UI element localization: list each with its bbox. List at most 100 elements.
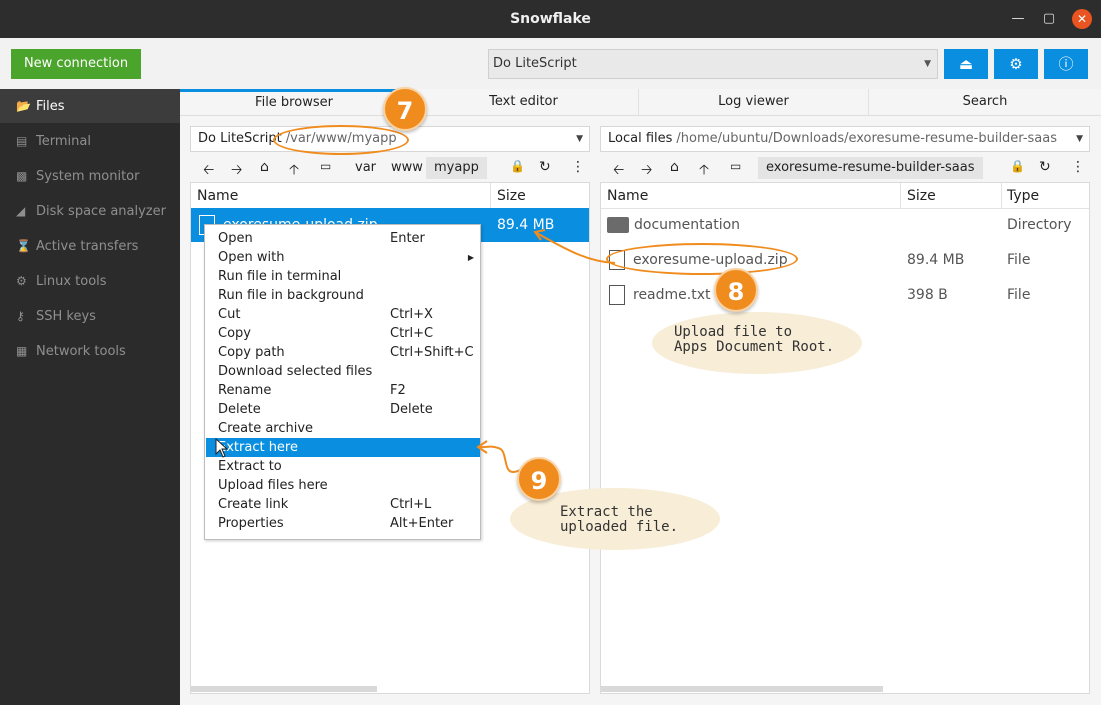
file-type: File — [1007, 287, 1031, 303]
sidebar-item-linux-tools[interactable]: ⚙ Linux tools — [0, 264, 180, 298]
breadcrumb-myapp[interactable]: myapp — [426, 157, 487, 179]
context-menu: Open Enter Open with ▶ Run file in termina… — [204, 224, 481, 540]
back-icon[interactable]: 🡠 — [613, 159, 624, 183]
column-size[interactable]: Size — [907, 183, 936, 209]
column-divider[interactable] — [900, 183, 901, 209]
info-icon[interactable]: ⓘ — [1044, 49, 1088, 79]
sidebar-item-disk-space-analyzer[interactable]: ◢ Disk space analyzer — [0, 194, 180, 228]
maximize-icon[interactable]: ▢ — [1039, 9, 1059, 29]
settings-icon[interactable]: ⚙ — [994, 49, 1038, 79]
forward-icon[interactable]: 🡢 — [641, 159, 652, 183]
drive-icon[interactable]: ▭ — [730, 159, 741, 173]
menu-item-cut[interactable]: Cut Ctrl+X — [206, 305, 480, 324]
tab-file-browser[interactable]: File browser — [180, 89, 409, 116]
sidebar-item-ssh-keys[interactable]: ⚷ SSH keys — [0, 299, 180, 333]
file-name: readme.txt — [633, 287, 711, 303]
lock-icon[interactable]: 🔒 — [1010, 159, 1025, 173]
tab-log-viewer[interactable]: Log viewer — [639, 89, 869, 116]
horizontal-scrollbar[interactable] — [191, 686, 377, 692]
minimize-icon[interactable]: — — [1008, 9, 1028, 29]
chevron-down-icon[interactable]: ▼ — [576, 127, 583, 151]
menu-item-copy[interactable]: Copy Ctrl+C — [206, 324, 480, 343]
key-icon: ⚷ — [16, 309, 25, 323]
lock-icon[interactable]: 🔒 — [510, 159, 525, 173]
close-icon[interactable]: ✕ — [1072, 9, 1092, 29]
title-bar: Snowflake — ▢ ✕ — [0, 0, 1101, 38]
home-icon[interactable]: ⌂ — [670, 159, 679, 175]
menu-item-delete[interactable]: Delete Delete — [206, 400, 480, 419]
file-size: 89.4 MB — [907, 252, 965, 268]
more-icon[interactable]: ⋮ — [571, 159, 585, 175]
refresh-icon[interactable]: ↻ — [1039, 159, 1051, 175]
menu-item-upload-files-here[interactable]: Upload files here — [206, 476, 480, 495]
refresh-icon[interactable]: ↻ — [539, 159, 551, 175]
eject-icon[interactable]: ⏏ — [944, 49, 988, 79]
toolbar: New connection Do LiteScript ▼ ⏏ ⚙ ⓘ — [0, 38, 1101, 90]
step-badge-9: 9 — [517, 457, 561, 501]
more-icon[interactable]: ⋮ — [1071, 159, 1085, 175]
sidebar-item-system-monitor[interactable]: ▩ System monitor — [0, 159, 180, 193]
forward-icon[interactable]: 🡢 — [231, 159, 242, 183]
menu-item-copy-path[interactable]: Copy path Ctrl+Shift+C — [206, 343, 480, 362]
menu-item-properties[interactable]: Properties Alt+Enter — [206, 514, 480, 533]
menu-item-open-with[interactable]: Open with ▶ — [206, 248, 480, 267]
menu-item-create-link[interactable]: Create link Ctrl+L — [206, 495, 480, 514]
tab-search[interactable]: Search — [869, 89, 1101, 116]
column-name[interactable]: Name — [607, 183, 648, 209]
local-path-text: /home/ubuntu/Downloads/exoresume-resume-… — [676, 131, 1057, 146]
local-path-bar[interactable]: Local files/home/ubuntu/Downloads/exores… — [600, 126, 1090, 152]
column-name[interactable]: Name — [197, 183, 238, 209]
bar-chart-icon: ▩ — [16, 169, 28, 183]
submenu-arrow-icon: ▶ — [467, 253, 474, 262]
mouse-cursor-icon — [215, 438, 229, 458]
cogs-icon: ⚙ — [16, 274, 27, 288]
breadcrumb-www[interactable]: www — [383, 157, 431, 179]
menu-item-run-in-background[interactable]: Run file in background — [206, 286, 480, 305]
briefcase-icon: ▦ — [16, 344, 28, 358]
drive-icon[interactable]: ▭ — [320, 159, 331, 173]
menu-item-run-in-terminal[interactable]: Run file in terminal — [206, 267, 480, 286]
horizontal-scrollbar[interactable] — [601, 686, 883, 692]
column-size[interactable]: Size — [497, 183, 526, 209]
tab-bar: File browser Text editor Log viewer Sear… — [180, 89, 1101, 116]
up-icon[interactable]: 🡡 — [699, 159, 709, 183]
breadcrumb-var[interactable]: var — [347, 157, 384, 179]
menu-item-create-archive[interactable]: Create archive — [206, 419, 480, 438]
menu-item-open[interactable]: Open Enter — [206, 229, 480, 248]
step-badge-8: 8 — [714, 268, 758, 312]
table-row[interactable]: documentation Directory — [601, 208, 1089, 242]
new-connection-button[interactable]: New connection — [11, 49, 141, 79]
sidebar-item-active-transfers[interactable]: ⌛ Active transfers — [0, 229, 180, 263]
file-name: documentation — [634, 217, 741, 233]
sidebar-item-files[interactable]: 📂 Files — [0, 89, 180, 123]
menu-item-extract-to[interactable]: Extract to — [206, 457, 480, 476]
column-type[interactable]: Type — [1007, 183, 1039, 209]
folder-icon — [607, 217, 629, 233]
back-icon[interactable]: 🡠 — [203, 159, 214, 183]
annotation-note-upload: Upload file to Apps Document Root. — [652, 312, 862, 374]
step-badge-7: 7 — [383, 87, 427, 131]
remote-nav-bar: 🡠 🡢 ⌂ 🡡 ▭ var www myapp 🔒 ↻ ⋮ — [190, 155, 590, 183]
tab-text-editor[interactable]: Text editor — [409, 89, 639, 116]
table-header: Name Size Type — [601, 183, 1089, 209]
sidebar-item-terminal[interactable]: ▤ Terminal — [0, 124, 180, 158]
sidebar-item-network-tools[interactable]: ▦ Network tools — [0, 334, 180, 368]
window-title: Snowflake — [510, 11, 591, 27]
file-type: Directory — [1007, 217, 1072, 233]
up-icon[interactable]: 🡡 — [289, 159, 299, 183]
chevron-down-icon[interactable]: ▼ — [1076, 127, 1083, 151]
menu-item-extract-here[interactable]: Extract here — [206, 438, 480, 457]
breadcrumb-current[interactable]: exoresume-resume-builder-saas — [758, 157, 983, 179]
local-nav-bar: 🡠 🡢 ⌂ 🡡 ▭ exoresume-resume-builder-saas … — [600, 155, 1090, 183]
column-divider[interactable] — [490, 183, 491, 209]
chevron-down-icon: ▼ — [924, 59, 931, 69]
highlight-ring-file — [606, 243, 798, 275]
menu-item-rename[interactable]: Rename F2 — [206, 381, 480, 400]
column-divider[interactable] — [1001, 183, 1002, 209]
session-select-value: Do LiteScript — [493, 56, 577, 71]
sidebar: 📂 Files ▤ Terminal ▩ System monitor ◢ Disk s… — [0, 89, 180, 705]
menu-item-download-selected[interactable]: Download selected files — [206, 362, 480, 381]
session-select[interactable]: Do LiteScript ▼ — [488, 49, 938, 79]
home-icon[interactable]: ⌂ — [260, 159, 269, 175]
table-row[interactable]: readme.txt 398 B File — [601, 278, 1089, 312]
